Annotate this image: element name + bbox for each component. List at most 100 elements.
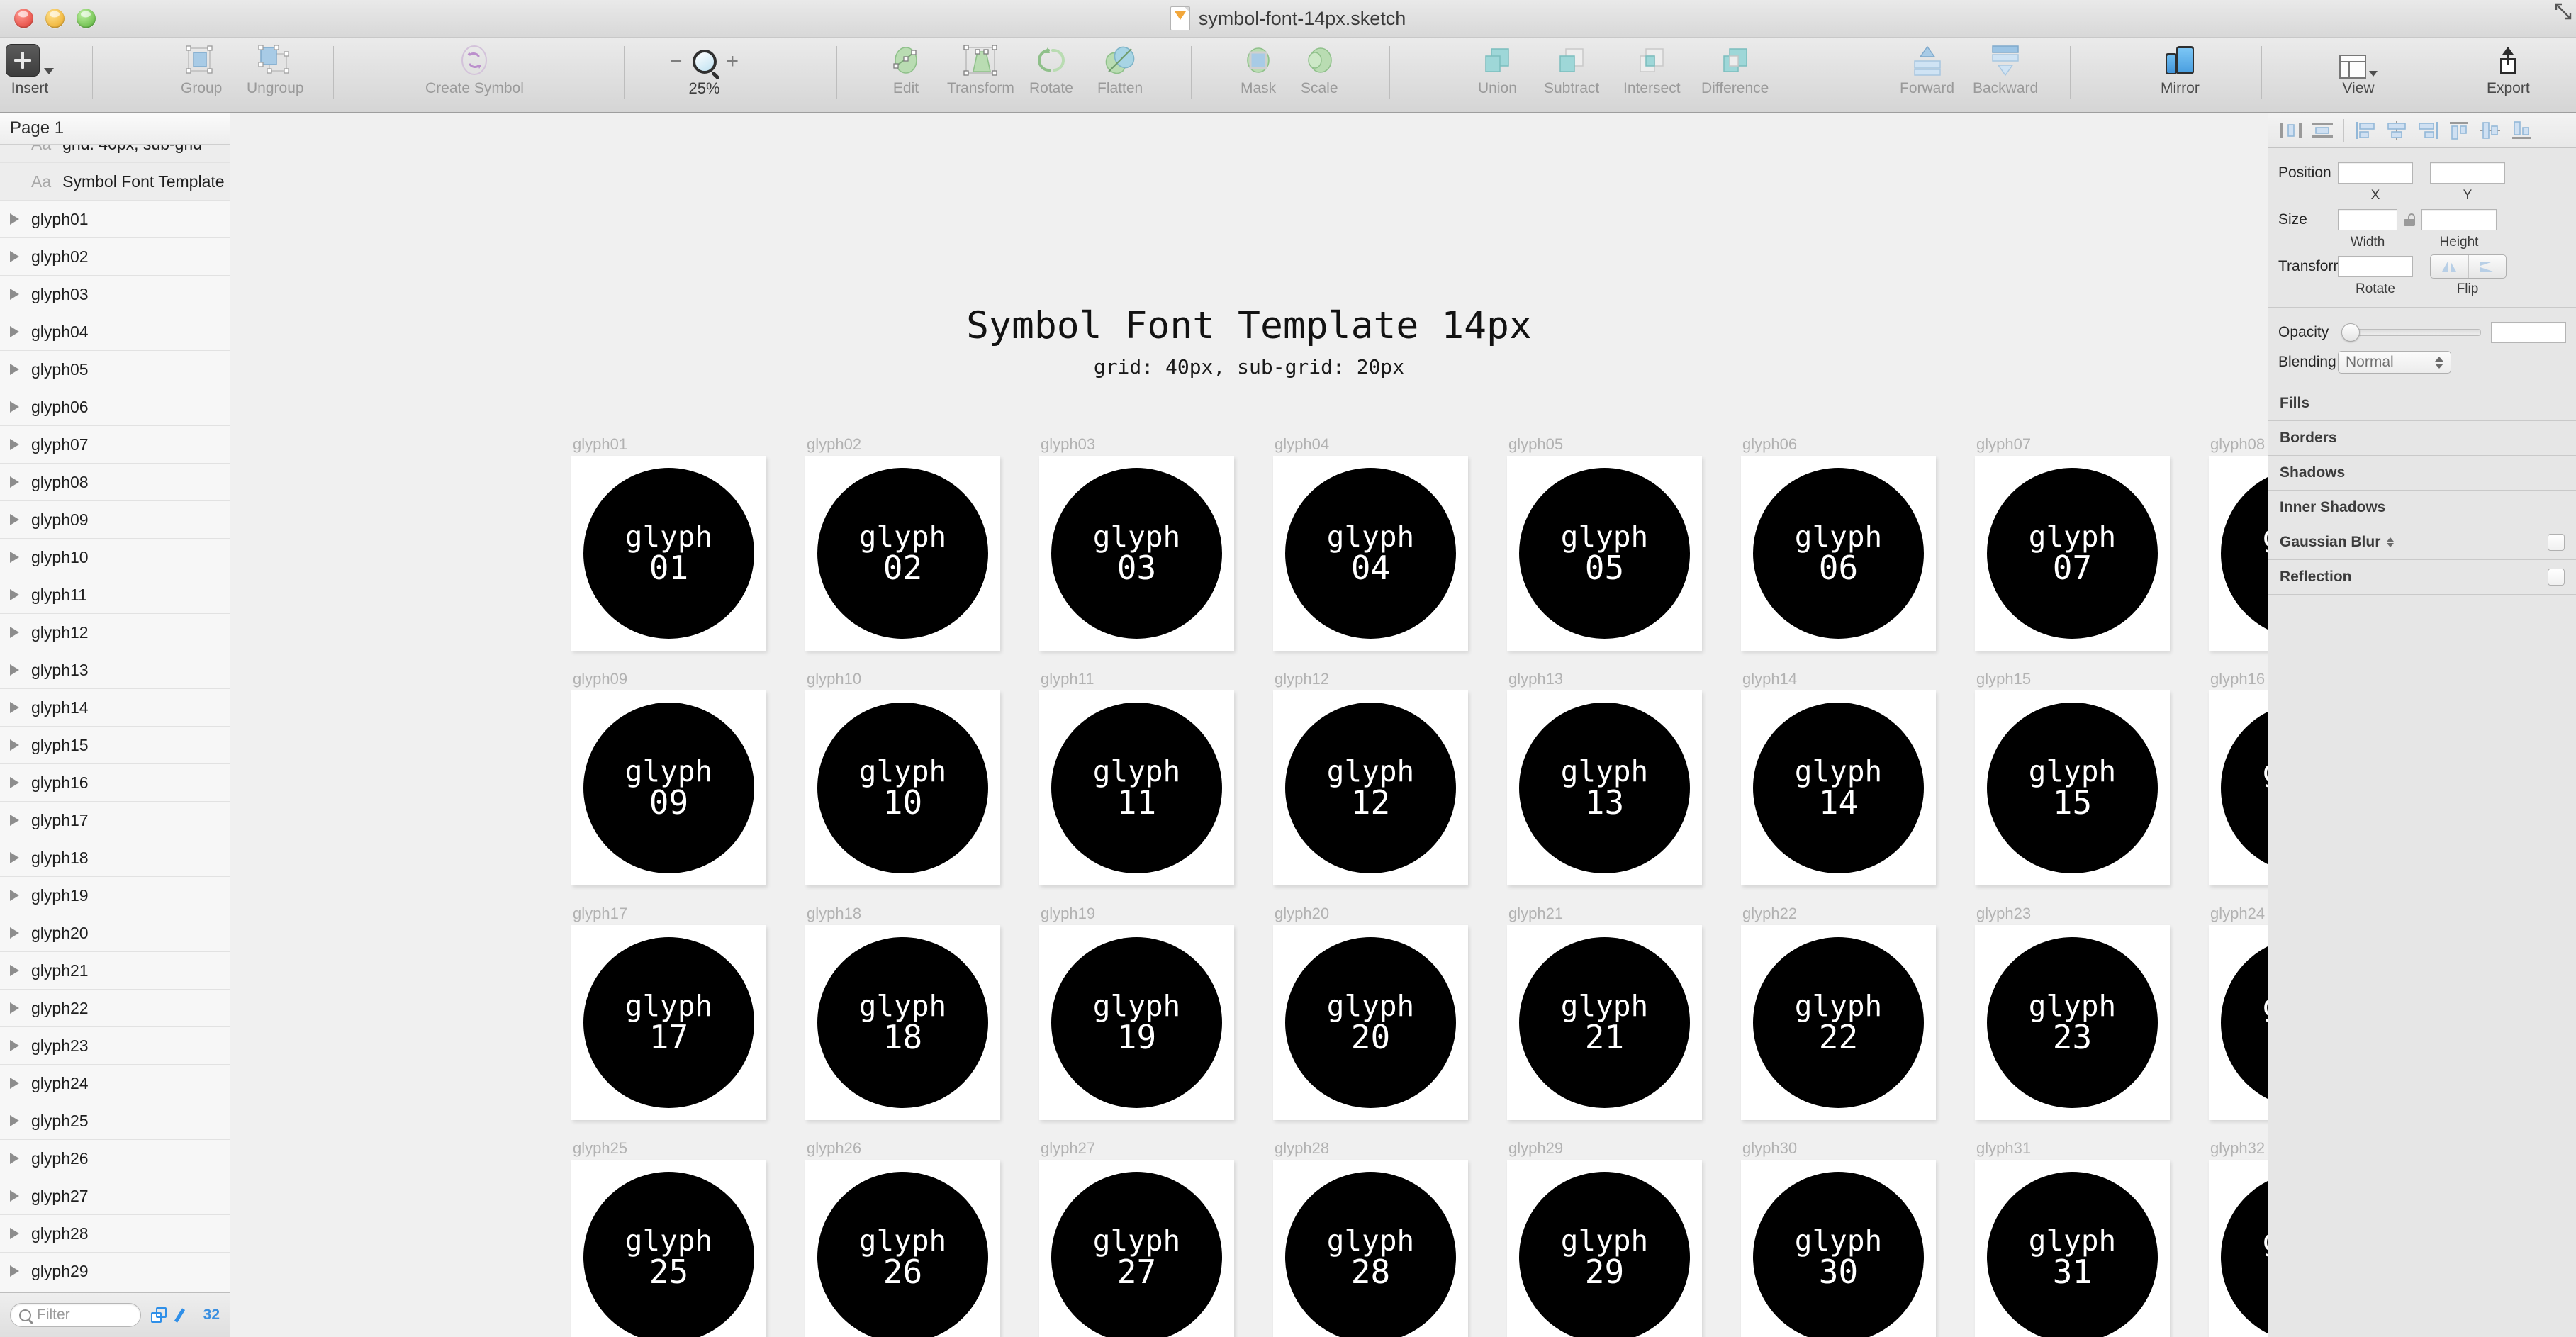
artboard[interactable]: glyph 12 xyxy=(1273,690,1468,885)
opacity-input[interactable] xyxy=(2491,322,2566,343)
artboard-label[interactable]: glyph16 xyxy=(2210,670,2265,688)
insert-button[interactable]: Insert xyxy=(6,42,54,96)
artboard-label[interactable]: glyph05 xyxy=(1508,435,1563,454)
disclosure-triangle-icon[interactable] xyxy=(10,965,19,976)
rotate-input[interactable] xyxy=(2338,256,2413,277)
style-section-row[interactable]: Gaussian Blur xyxy=(2268,525,2576,560)
mask-button[interactable]: Mask xyxy=(1241,42,1276,96)
layer-row[interactable]: glyph15 xyxy=(0,727,230,764)
artboard-label[interactable]: glyph25 xyxy=(573,1139,627,1158)
artboard[interactable]: glyph32 xyxy=(2209,1160,2268,1337)
subtract-button[interactable]: Subtract xyxy=(1544,42,1599,96)
layer-list[interactable]: Aa grid: 40px, sub-grid Aa Symbol Font T… xyxy=(0,145,230,1292)
chevron-updown-icon[interactable] xyxy=(2387,537,2395,547)
disclosure-triangle-icon[interactable] xyxy=(10,777,19,788)
artboard-label[interactable]: glyph29 xyxy=(1508,1139,1563,1158)
disclosure-triangle-icon[interactable] xyxy=(10,627,19,638)
scale-button[interactable]: Scale xyxy=(1301,42,1338,96)
disclosure-triangle-icon[interactable] xyxy=(10,552,19,563)
artboard-label[interactable]: glyph04 xyxy=(1275,435,1329,454)
artboard-card[interactable]: glyph07 glyph 07 xyxy=(1973,435,2207,670)
disclosure-triangle-icon[interactable] xyxy=(10,439,19,450)
artboard[interactable]: glyph 01 xyxy=(571,456,766,651)
layer-row[interactable]: glyph14 xyxy=(0,689,230,727)
zoom-button[interactable] xyxy=(77,9,96,28)
section-checkbox[interactable] xyxy=(2548,534,2565,551)
disclosure-triangle-icon[interactable] xyxy=(10,852,19,863)
unlocked-proportions-icon[interactable] xyxy=(2404,213,2415,226)
layer-row[interactable]: glyph22 xyxy=(0,990,230,1027)
layer-row[interactable]: glyph03 xyxy=(0,276,230,313)
intersect-button[interactable]: Intersect xyxy=(1623,42,1681,96)
disclosure-triangle-icon[interactable] xyxy=(10,364,19,375)
artboard-label[interactable]: glyph02 xyxy=(807,435,861,454)
resize-grip-icon[interactable] xyxy=(2555,3,2572,20)
export-button[interactable]: Export xyxy=(2487,42,2530,96)
artboard-card[interactable]: glyph08 glyph08 xyxy=(2207,435,2268,670)
artboard-card[interactable]: glyph32 glyph32 xyxy=(2207,1139,2268,1337)
artboard[interactable]: glyph 22 xyxy=(1741,925,1936,1120)
style-section-row[interactable]: Borders xyxy=(2268,421,2576,456)
artboard[interactable]: glyph 18 xyxy=(805,925,1000,1120)
layer-row[interactable]: glyph26 xyxy=(0,1140,230,1177)
artboard-label[interactable]: glyph27 xyxy=(1041,1139,1095,1158)
artboard-card[interactable]: glyph22 glyph 22 xyxy=(1739,905,1973,1139)
style-section-row[interactable]: Inner Shadows xyxy=(2268,491,2576,525)
artboard-label[interactable]: glyph26 xyxy=(807,1139,861,1158)
artboard-label[interactable]: glyph24 xyxy=(2210,905,2265,923)
artboard[interactable]: glyph 13 xyxy=(1507,690,1702,885)
zoom-out-button[interactable]: − xyxy=(670,51,683,72)
page-header[interactable]: Page 1 xyxy=(0,113,230,145)
artboard[interactable]: glyph 07 xyxy=(1975,456,2170,651)
artboard[interactable]: glyph 25 xyxy=(571,1160,766,1337)
artboard[interactable]: glyph 10 xyxy=(805,690,1000,885)
disclosure-triangle-icon[interactable] xyxy=(10,514,19,525)
disclosure-triangle-icon[interactable] xyxy=(10,1115,19,1126)
artboard-label[interactable]: glyph10 xyxy=(807,670,861,688)
disclosure-triangle-icon[interactable] xyxy=(10,213,19,225)
backward-button[interactable]: Backward xyxy=(1973,42,2038,96)
artboard-card[interactable]: glyph16 glyph16 xyxy=(2207,670,2268,905)
artboard[interactable]: glyph 17 xyxy=(571,925,766,1120)
filter-input[interactable]: Filter xyxy=(10,1303,141,1327)
artboard-label[interactable]: glyph31 xyxy=(1976,1139,2031,1158)
artboard-card[interactable]: glyph31 glyph 31 xyxy=(1973,1139,2207,1337)
artboard[interactable]: glyph 20 xyxy=(1273,925,1468,1120)
artboard-label[interactable]: glyph13 xyxy=(1508,670,1563,688)
zoom-in-button[interactable]: + xyxy=(727,51,739,72)
disclosure-triangle-icon[interactable] xyxy=(10,251,19,262)
layer-row[interactable]: glyph23 xyxy=(0,1027,230,1065)
flatten-button[interactable]: Flatten xyxy=(1097,42,1143,96)
layer-row[interactable]: glyph09 xyxy=(0,501,230,539)
artboard-card[interactable]: glyph18 glyph 18 xyxy=(803,905,1037,1139)
layer-row[interactable]: glyph08 xyxy=(0,464,230,501)
text-layer-row[interactable]: Aa Symbol Font Template xyxy=(0,163,230,201)
artboard-card[interactable]: glyph04 glyph 04 xyxy=(1271,435,1505,670)
artboard[interactable]: glyph24 xyxy=(2209,925,2268,1120)
artboard-card[interactable]: glyph29 glyph 29 xyxy=(1505,1139,1739,1337)
artboard-card[interactable]: glyph24 glyph24 xyxy=(2207,905,2268,1139)
rotate-button[interactable]: Rotate xyxy=(1029,42,1073,96)
artboard[interactable]: glyph08 xyxy=(2209,456,2268,651)
artboard[interactable]: glyph16 xyxy=(2209,690,2268,885)
artboard-label[interactable]: glyph32 xyxy=(2210,1139,2265,1158)
artboard-label[interactable]: glyph07 xyxy=(1976,435,2031,454)
artboard[interactable]: glyph 11 xyxy=(1039,690,1234,885)
artboard[interactable]: glyph 05 xyxy=(1507,456,1702,651)
layer-row[interactable]: glyph05 xyxy=(0,351,230,388)
layer-row[interactable]: glyph24 xyxy=(0,1065,230,1102)
artboard[interactable]: glyph 15 xyxy=(1975,690,2170,885)
distribute-horizontally-icon[interactable] xyxy=(2275,116,2307,145)
layer-row[interactable]: glyph12 xyxy=(0,614,230,651)
artboard[interactable]: glyph 29 xyxy=(1507,1160,1702,1337)
artboard[interactable]: glyph 14 xyxy=(1741,690,1936,885)
artboard-card[interactable]: glyph28 glyph 28 xyxy=(1271,1139,1505,1337)
disclosure-triangle-icon[interactable] xyxy=(10,1265,19,1277)
distribute-vertically-icon[interactable] xyxy=(2307,116,2338,145)
opacity-slider-knob[interactable] xyxy=(2341,323,2360,342)
artboard[interactable]: glyph 23 xyxy=(1975,925,2170,1120)
artboard-label[interactable]: glyph12 xyxy=(1275,670,1329,688)
layer-row[interactable]: glyph10 xyxy=(0,539,230,576)
artboard[interactable]: glyph 26 xyxy=(805,1160,1000,1337)
artboard-label[interactable]: glyph19 xyxy=(1041,905,1095,923)
